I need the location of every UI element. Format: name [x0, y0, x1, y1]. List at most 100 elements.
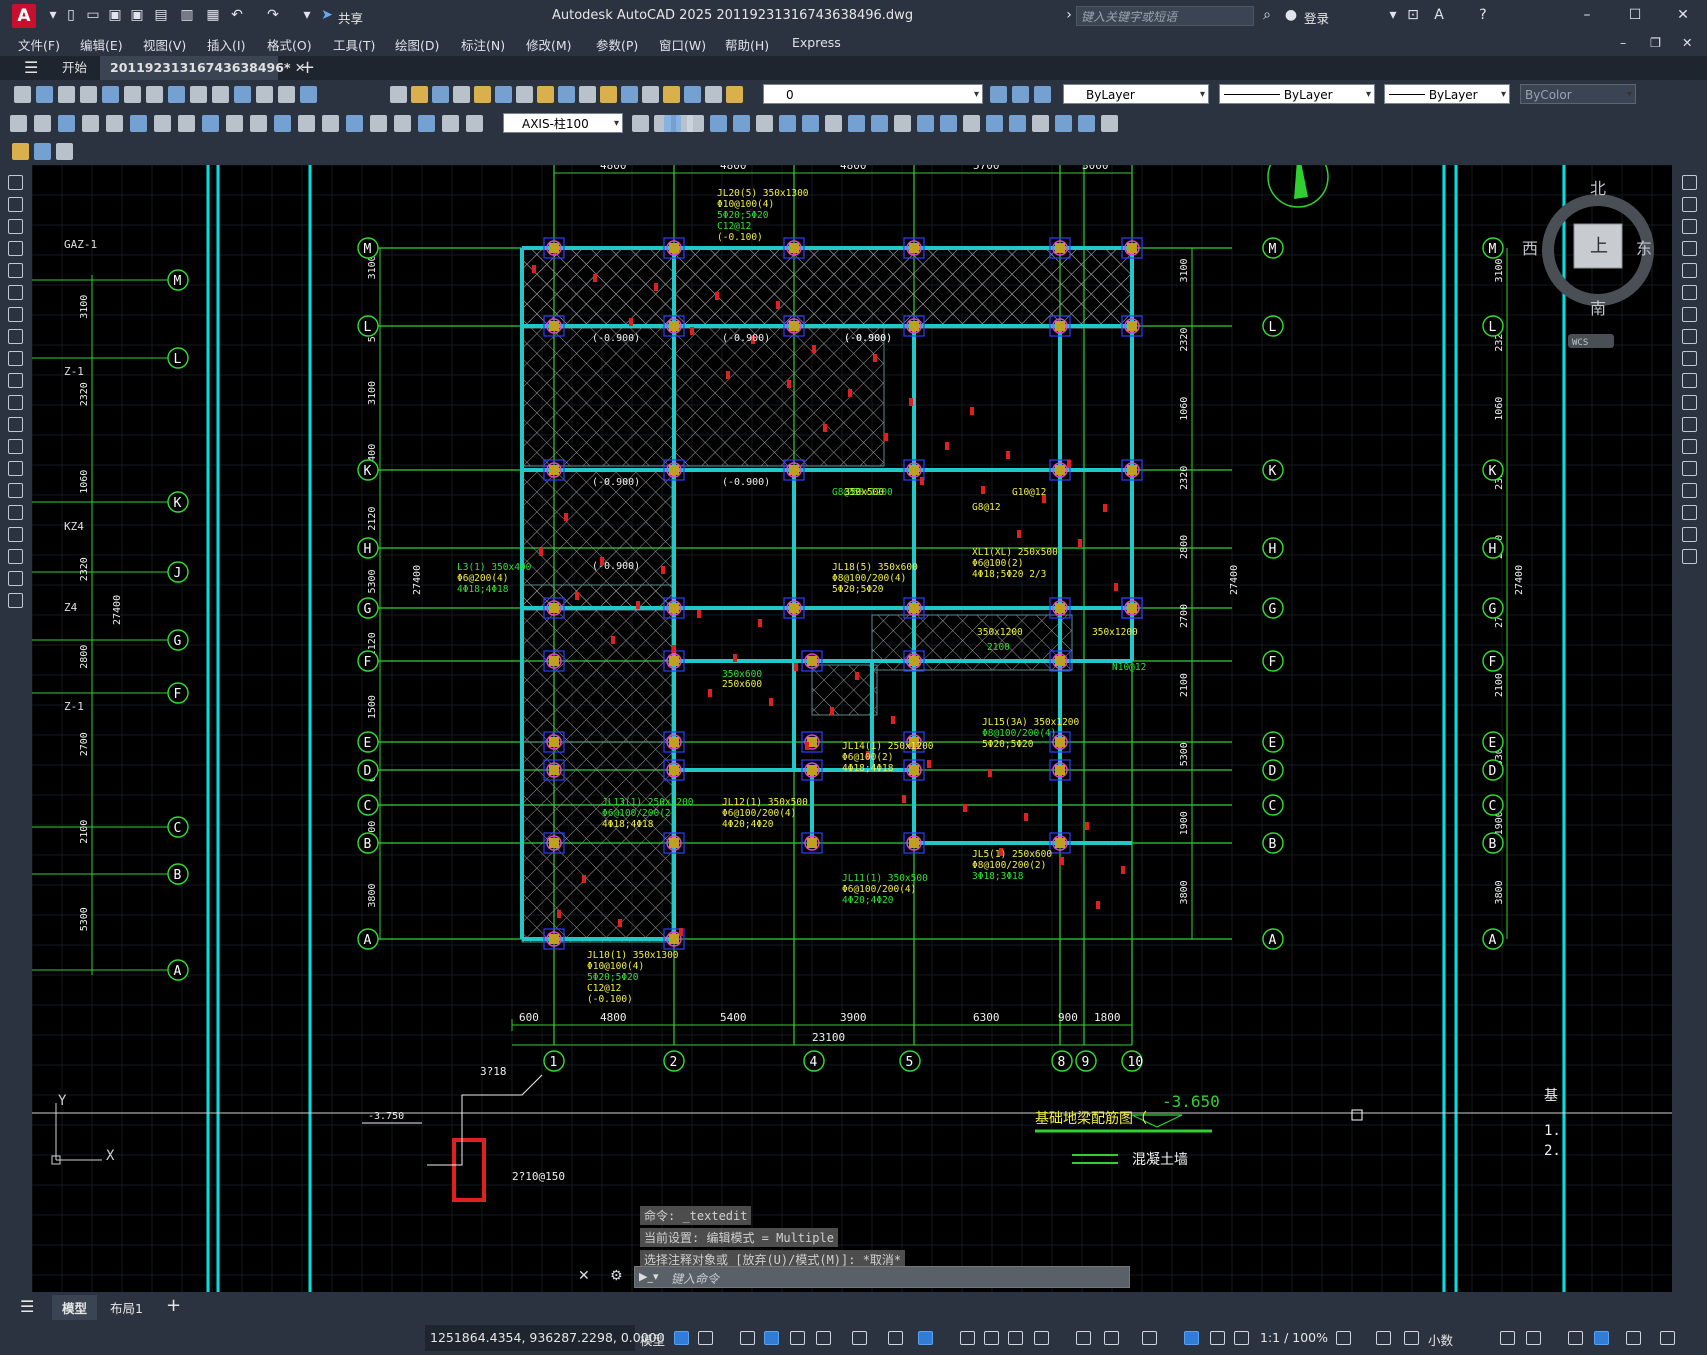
match-layer-icon[interactable]: [990, 86, 1007, 103]
make-block-icon[interactable]: [8, 439, 23, 454]
copy-icon[interactable]: [1682, 197, 1697, 212]
dim-text-edit-icon[interactable]: [442, 115, 459, 132]
viewcube-south-label[interactable]: 南: [1590, 299, 1606, 318]
lineweight-combo[interactable]: ByLayer ▾: [1384, 84, 1510, 104]
menu-draw[interactable]: 绘图(D): [395, 35, 439, 54]
inspect-icon[interactable]: [370, 115, 387, 132]
offset-icon[interactable]: [1682, 241, 1697, 256]
menu-view[interactable]: 视图(V): [143, 35, 186, 54]
drawing-canvas[interactable]: 4800 4800 4800 5700 3000 600 4800 5400 3900 6300 9…: [32, 165, 1672, 1292]
zoom-realtime-icon[interactable]: [453, 86, 470, 103]
redo-icon[interactable]: [411, 86, 428, 103]
construction-line-icon[interactable]: [8, 197, 23, 212]
baseline-icon[interactable]: [226, 115, 243, 132]
menu-window[interactable]: 窗口(W): [659, 35, 706, 54]
tolerance-icon[interactable]: [322, 115, 339, 132]
dim-style-icon[interactable]: [632, 115, 649, 132]
ellipse-icon[interactable]: [8, 373, 23, 388]
command-customize-icon[interactable]: ⚙: [610, 1268, 623, 1284]
blend-icon[interactable]: [1682, 527, 1697, 542]
undo-icon[interactable]: ↶: [228, 6, 246, 24]
undo-icon[interactable]: [234, 86, 251, 103]
tab-start[interactable]: 开始: [52, 56, 97, 80]
linetype-combo[interactable]: ByLayer ▾: [1219, 84, 1375, 104]
array-icon[interactable]: [940, 115, 957, 132]
diameter-icon[interactable]: [154, 115, 171, 132]
aligned-dim-icon[interactable]: [34, 115, 51, 132]
ungroup-icon[interactable]: [1101, 115, 1118, 132]
rectangle-icon[interactable]: [8, 263, 23, 278]
login-label[interactable]: 登录: [1304, 8, 1329, 27]
make-current-icon[interactable]: [705, 86, 722, 103]
quick-properties-icon[interactable]: [1500, 1331, 1515, 1345]
properties-icon[interactable]: [516, 86, 533, 103]
save-as-icon[interactable]: ▣: [128, 6, 146, 24]
match-properties-icon[interactable]: [212, 86, 229, 103]
menu-edit[interactable]: 编辑(E): [80, 35, 123, 54]
doc-minimize-icon[interactable]: –: [1620, 35, 1626, 50]
viewcube-west-label[interactable]: 西: [1522, 239, 1538, 258]
doc-restore-icon[interactable]: ❐: [1650, 35, 1661, 50]
add-selected-icon[interactable]: [8, 593, 23, 608]
new-file-icon[interactable]: ▯: [62, 6, 80, 24]
circle-icon[interactable]: [8, 307, 23, 322]
model-space-toggle[interactable]: 模型: [640, 1330, 665, 1349]
new-icon[interactable]: [14, 86, 31, 103]
share-label[interactable]: 共享: [338, 8, 363, 27]
zoom-previous-icon[interactable]: [495, 86, 512, 103]
calculator-icon[interactable]: [621, 86, 638, 103]
print-preview-icon[interactable]: ▥: [178, 6, 196, 24]
isolate-objects-icon[interactable]: [1568, 1331, 1583, 1345]
tab-layout1[interactable]: 布局1: [110, 1298, 143, 1317]
ellipse-arc-icon[interactable]: [8, 395, 23, 410]
polyline-icon[interactable]: [8, 219, 23, 234]
dynamic-ucs-icon[interactable]: [1076, 1331, 1091, 1345]
isometric-icon[interactable]: [790, 1331, 805, 1345]
linear-dim-icon[interactable]: [10, 115, 27, 132]
save-icon[interactable]: ▣: [106, 6, 124, 24]
spline-icon[interactable]: [8, 351, 23, 366]
jogged-linear-icon[interactable]: [394, 115, 411, 132]
join-icon[interactable]: [1682, 461, 1697, 476]
paste-icon[interactable]: [190, 86, 207, 103]
cursor-coordinates[interactable]: 1251864.4354, 936287.2298, 0.0000: [430, 1330, 665, 1345]
cut-icon[interactable]: [146, 86, 163, 103]
explode-icon[interactable]: [1682, 549, 1697, 564]
dim-space-icon[interactable]: [274, 115, 291, 132]
scale-icon[interactable]: [1682, 329, 1697, 344]
hamburger-menu-icon[interactable]: ☰: [14, 56, 48, 80]
units-value[interactable]: 小数: [1428, 1330, 1453, 1349]
zoom-window-icon[interactable]: [474, 86, 491, 103]
command-close-icon[interactable]: ✕: [578, 1268, 590, 1284]
design-center-icon[interactable]: [537, 86, 554, 103]
open-file-icon[interactable]: ▭: [84, 6, 102, 24]
markup-icon[interactable]: [600, 86, 617, 103]
menu-help[interactable]: 帮助(H): [725, 35, 769, 54]
erase-icon[interactable]: [1682, 175, 1697, 190]
continue-icon[interactable]: [250, 115, 267, 132]
viewcube[interactable]: 上 北 南 西 东 WCS: [1520, 172, 1660, 352]
blend-icon[interactable]: [1032, 115, 1049, 132]
break-icon[interactable]: [825, 115, 842, 132]
new-tab-icon[interactable]: +: [290, 56, 325, 80]
table-icon[interactable]: [8, 549, 23, 564]
rotate-icon[interactable]: [1682, 307, 1697, 322]
login-dropdown-icon[interactable]: ▾: [1384, 6, 1402, 24]
mirror-icon[interactable]: [1682, 219, 1697, 234]
autocad-logo-icon[interactable]: A: [12, 4, 36, 28]
menu-dropdown-icon[interactable]: ▾: [44, 6, 62, 24]
publish-icon[interactable]: [124, 86, 141, 103]
workspace-gear-icon[interactable]: [1336, 1331, 1351, 1345]
revision-cloud-icon[interactable]: [8, 329, 23, 344]
selection-cycling-icon[interactable]: [1008, 1331, 1023, 1345]
jogged-icon[interactable]: [130, 115, 147, 132]
sheet-set-icon[interactable]: [579, 86, 596, 103]
annotation-scale-icon[interactable]: [1234, 1331, 1249, 1345]
layer-walk-icon[interactable]: [1034, 86, 1051, 103]
command-input[interactable]: ▶_▾ 键入命令: [634, 1266, 1130, 1288]
center-mark-icon[interactable]: [346, 115, 363, 132]
point-icon[interactable]: [8, 461, 23, 476]
menu-tools[interactable]: 工具(T): [333, 35, 375, 54]
copy-icon[interactable]: [168, 86, 185, 103]
cart-icon[interactable]: ⊡: [1404, 6, 1422, 24]
